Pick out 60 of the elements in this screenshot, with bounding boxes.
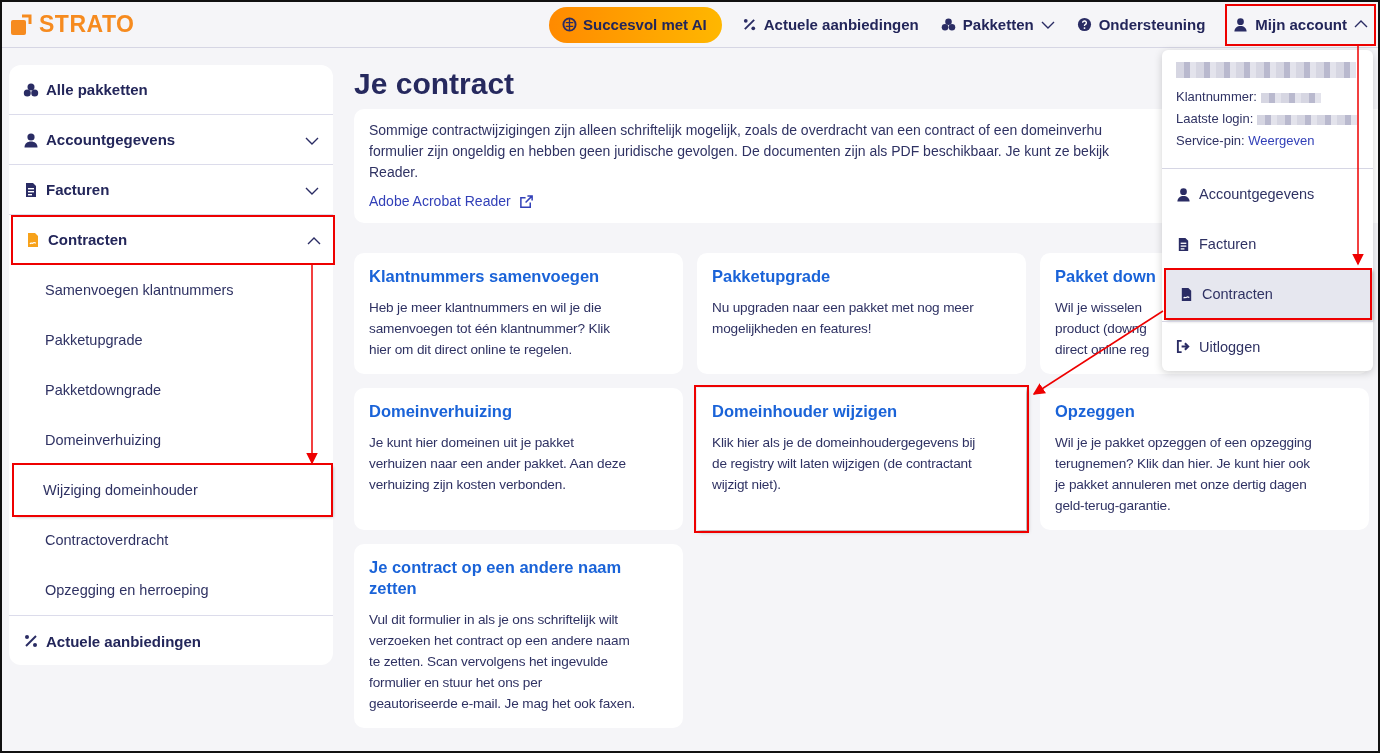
sidebar-item[interactable]: Facturen: [9, 165, 333, 215]
sidebar-item[interactable]: Actuele aanbiedingen: [9, 616, 333, 666]
option-card[interactable]: Opzeggen Wil je je pakket opzeggen of een opzegging terugnemen? Klik dan hier. Je kunt hier ook je pakket annuleren met onze dertig dagen geld-terug-garantie.: [1040, 388, 1369, 530]
card-text: Klik hier als je de domeinhoudergegevens bij de registry wilt laten wijzigen (de contractant wijzigt niet).: [712, 434, 976, 494]
sidebar-subitem[interactable]: Wijziging domeinhouder: [14, 465, 331, 515]
option-card[interactable]: Klantnummers samenvoegen Heb je meer klantnummers en wil je die samenvoegen tot één klantnummer? Klik hier om dit direct online te regelen.: [354, 253, 683, 374]
card-title-link[interactable]: Opzeggen: [1055, 401, 1354, 422]
acrobat-link[interactable]: Adobe Acrobat Reader: [369, 193, 534, 209]
option-card[interactable]: Pakketupgrade Nu upgraden naar een pakket met nog meer mogelijkheden en features!: [697, 253, 1026, 374]
sidebar-item[interactable]: Contracten: [11, 215, 335, 265]
percent-icon: [23, 633, 39, 649]
document-icon: [1176, 236, 1191, 252]
card-title-link[interactable]: Je contract op een andere naam zetten: [369, 557, 668, 599]
card-text: Nu upgraden naar een pakket met nog meer mogelijkheden en features!: [712, 299, 974, 338]
nav-menu-button[interactable]: Pakketten: [940, 16, 1055, 33]
menu-item[interactable]: Contracten: [1165, 269, 1371, 319]
sidebar-subitem[interactable]: Opzegging en herroeping: [9, 565, 333, 615]
card-text: Heb je meer klantnummers en wil je die samenvoegen tot één klantnummer? Klik hier om dit direct online te regelen.: [369, 299, 610, 359]
page-title: Je contract: [354, 66, 515, 102]
logo-icon: [10, 12, 34, 37]
nav-link[interactable]: Ondersteuning: [1076, 16, 1206, 33]
contract-icon: [25, 231, 41, 248]
document-icon: [23, 181, 39, 198]
person-icon: [1233, 16, 1249, 32]
sidebar-subitem[interactable]: Domeinverhuizing: [9, 415, 333, 465]
info-label: Service-pin:: [1176, 133, 1245, 148]
menu-item[interactable]: Uitloggen: [1162, 321, 1373, 371]
card-title-link[interactable]: Domeinhouder wijzigen: [712, 401, 1011, 422]
info-label: Laatste login:: [1176, 111, 1254, 126]
sidebar-subitem[interactable]: Contractoverdracht: [9, 515, 333, 565]
info-label: Klantnummer:: [1176, 89, 1257, 104]
card-text: Vul dit formulier in als je ons schriftelijk wilt verzoeken het contract op een andere naam te zetten. Scan vervolgens het ingevulde formulier en stuur het ons per geautoriseerde e-mail. Je mag het ook faxen.: [369, 611, 636, 713]
card-title-link[interactable]: Klantnummers samenvoegen: [369, 266, 668, 287]
ai-promo-button[interactable]: Succesvol met AI: [549, 6, 722, 43]
intro-text: Sommige contractwijzigingen zijn alleen schriftelijk mogelijk, zoals de overdracht van een contract of een domeinverhu formulier zijn ongeldig en hebben geen juridische gevolgen. De documenten zijn als PDF beschikbaar. Je kunt ze bekijk Reader.: [369, 121, 1110, 182]
contract-icon: [1179, 286, 1194, 302]
card-text: Wil je je pakket opzeggen of een opzegging terugnemen? Klik dan hier. Je kunt hier ook je pakket annuleren met onze dertig dagen geld-terug-garantie.: [1055, 434, 1312, 515]
menu-item[interactable]: Accountgegevens: [1162, 169, 1373, 219]
show-pin-link[interactable]: Weergeven: [1248, 133, 1315, 148]
sidebar-item[interactable]: Accountgegevens: [9, 115, 333, 165]
card-text: Je kunt hier domeinen uit je pakket verhuizen naar een ander pakket. Aan deze verhuizing zijn kosten verbonden.: [369, 434, 626, 494]
sidebar-item[interactable]: Alle pakketten: [9, 65, 333, 115]
sidebar-subitem[interactable]: Samenvoegen klantnummers: [9, 265, 333, 315]
person-icon: [1176, 186, 1191, 202]
nav-link[interactable]: Actuele aanbiedingen: [741, 16, 919, 33]
external-link-icon: [518, 193, 534, 209]
option-card[interactable]: Domeinverhuizing Je kunt hier domeinen uit je pakket verhuizen naar een ander pakket. Aan deze verhuizing zijn kosten verbonden.: [354, 388, 683, 530]
sidebar-subitem[interactable]: Pakketupgrade: [9, 315, 333, 365]
sidebar-subitem[interactable]: Pakketdowngrade: [9, 365, 333, 415]
nav-menu-button[interactable]: Mijn account: [1227, 5, 1374, 44]
cubes-icon: [940, 17, 956, 32]
person-icon: [23, 131, 39, 148]
percent-icon: [741, 17, 757, 32]
help-icon: [1076, 17, 1092, 32]
brain-icon: [562, 17, 578, 32]
card-title-link[interactable]: Pakketupgrade: [712, 266, 1011, 287]
card-title-link[interactable]: Domeinverhuizing: [369, 401, 668, 422]
cubes-icon: [23, 81, 39, 98]
logout-icon: [1176, 339, 1191, 354]
option-card[interactable]: Domeinhouder wijzigen Klik hier als je de domeinhoudergegevens bij de registry wilt laten wijzigen (de contractant wijzigt niet).: [697, 388, 1026, 530]
